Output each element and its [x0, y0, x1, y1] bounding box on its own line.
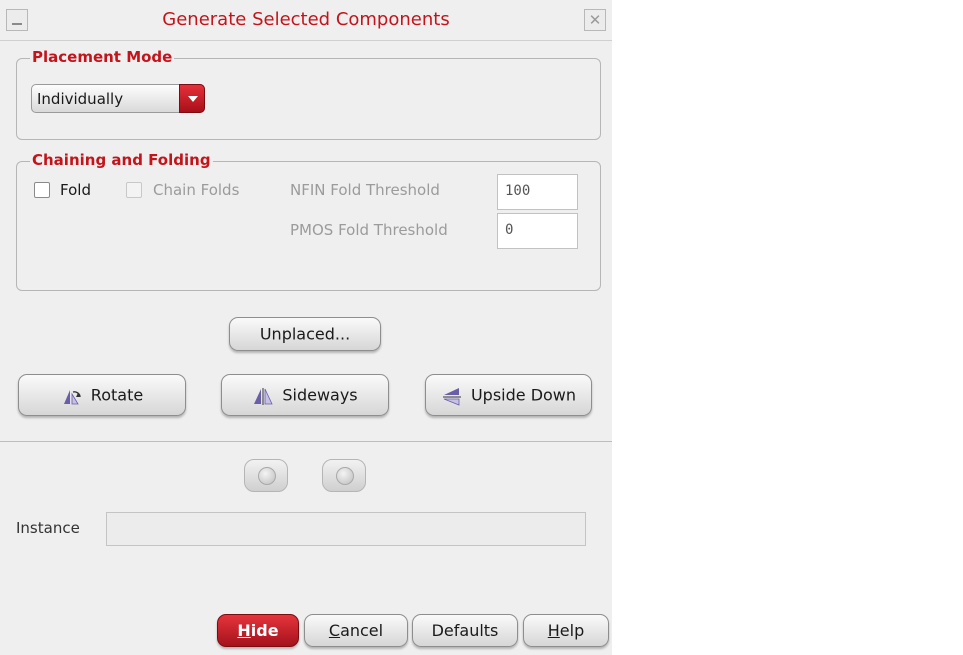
sideways-icon — [254, 387, 273, 405]
upside-down-button-label: Upside Down — [470, 385, 577, 405]
generate-selected-components-dialog: Generate Selected Components ✕ Placement… — [0, 0, 612, 655]
hide-button[interactable]: Hide — [217, 614, 299, 647]
cancel-mnemonic: C — [328, 621, 341, 640]
chain-folds-label: Chain Folds — [153, 181, 240, 199]
dialog-title: Generate Selected Components — [162, 9, 450, 30]
title-bar: Generate Selected Components ✕ — [0, 0, 612, 41]
rotate-button[interactable]: Rotate — [18, 374, 186, 416]
sideways-button[interactable]: Sideways — [221, 374, 389, 416]
rotate-button-label: Rotate — [90, 385, 144, 405]
unplaced-button[interactable]: Unplaced... — [229, 317, 381, 351]
sideways-button-label: Sideways — [282, 385, 358, 405]
defaults-label: Defaults — [431, 621, 499, 640]
placement-mode-value: Individually — [37, 90, 124, 108]
section-divider — [0, 441, 612, 442]
previous-instance-button[interactable] — [244, 459, 288, 492]
pmos-fold-threshold-field[interactable]: 0 — [497, 213, 578, 249]
rotate-icon — [63, 389, 81, 404]
fold-label[interactable]: Fold — [60, 181, 91, 199]
upside-down-button[interactable]: Upside Down — [425, 374, 592, 416]
placement-mode-select[interactable]: Individually — [31, 84, 205, 113]
instance-label: Instance — [16, 519, 80, 537]
next-instance-button[interactable] — [322, 459, 366, 492]
placement-mode-legend: Placement Mode — [30, 48, 175, 66]
close-icon[interactable]: ✕ — [584, 9, 606, 31]
hide-label: ide — [250, 621, 279, 640]
previous-icon — [258, 467, 276, 485]
cancel-label: ancel — [340, 621, 384, 640]
help-label: elp — [559, 621, 585, 640]
pmos-fold-threshold-label: PMOS Fold Threshold — [290, 221, 448, 239]
upside-down-icon — [442, 387, 461, 406]
unplaced-button-label: Unplaced... — [259, 324, 351, 344]
defaults-button[interactable]: Defaults — [412, 614, 518, 647]
chain-folds-checkbox[interactable] — [126, 182, 142, 198]
nfin-fold-threshold-field[interactable]: 100 — [497, 174, 578, 210]
instance-field[interactable] — [106, 512, 586, 546]
help-button[interactable]: Help — [523, 614, 609, 647]
fold-checkbox[interactable] — [34, 182, 50, 198]
nfin-fold-threshold-label: NFIN Fold Threshold — [290, 181, 440, 199]
cancel-button[interactable]: Cancel — [304, 614, 408, 647]
dropdown-arrow-icon[interactable] — [179, 84, 205, 113]
help-mnemonic: H — [547, 621, 560, 640]
chaining-folding-legend: Chaining and Folding — [30, 151, 213, 169]
hide-mnemonic: H — [237, 621, 251, 640]
next-icon — [336, 467, 354, 485]
minimize-icon[interactable] — [6, 9, 28, 31]
